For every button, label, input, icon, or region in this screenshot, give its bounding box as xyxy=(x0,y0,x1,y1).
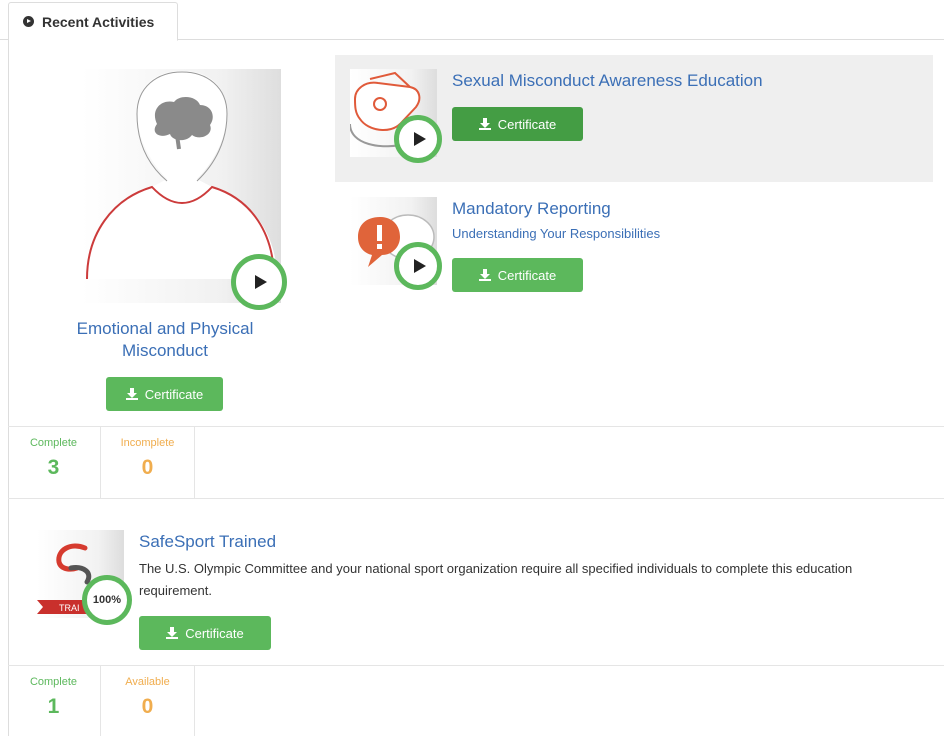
download-icon xyxy=(125,388,138,400)
stat-complete-value: 1 xyxy=(47,695,60,718)
course-title-mandatory-reporting[interactable]: Mandatory Reporting xyxy=(452,199,611,219)
certificate-button-emotional[interactable]: Certificate xyxy=(106,377,223,411)
play-icon xyxy=(414,132,426,146)
certificate-label: Certificate xyxy=(497,116,557,132)
stat-incomplete: Incomplete 0 xyxy=(101,427,194,480)
play-circle-icon xyxy=(23,16,34,27)
play-icon xyxy=(255,275,267,289)
stat-separator xyxy=(194,427,195,498)
safesport-description: The U.S. Olympic Committee and your nati… xyxy=(139,561,853,598)
stat-complete: Complete 3 xyxy=(7,427,100,480)
stat-complete-label: Complete xyxy=(29,676,78,688)
course-title-line1[interactable]: Emotional and Physical xyxy=(77,319,254,338)
certificate-button-mandatory-reporting[interactable]: Certificate xyxy=(452,258,583,292)
course-title-sexual-misconduct[interactable]: Sexual Misconduct Awareness Education xyxy=(452,71,763,91)
tab-label: Recent Activities xyxy=(42,13,155,30)
progress-badge: 100% xyxy=(82,575,132,625)
play-button-sexual-misconduct[interactable] xyxy=(394,115,442,163)
stat-separator xyxy=(194,666,195,736)
play-icon xyxy=(414,259,426,273)
play-button-mandatory-reporting[interactable] xyxy=(394,242,442,290)
download-icon xyxy=(478,118,491,130)
certificate-label: Certificate xyxy=(497,267,557,283)
certificate-label: Certificate xyxy=(144,386,204,402)
safesport-title[interactable]: SafeSport Trained xyxy=(139,532,276,552)
course-subtitle-mandatory-reporting: Understanding Your Responsibilities xyxy=(452,226,661,241)
stat-available-label: Available xyxy=(125,676,170,688)
badge-ribbon-text: TRAI xyxy=(59,603,80,613)
download-icon xyxy=(166,627,179,639)
stat-complete-value: 3 xyxy=(47,456,60,479)
progress-percent: 100% xyxy=(92,594,122,606)
tab-bar: Recent Activities xyxy=(0,0,944,41)
stat-complete-safesport: Complete 1 xyxy=(7,666,100,719)
stat-available: Available 0 xyxy=(101,666,194,719)
stat-incomplete-value: 0 xyxy=(141,456,154,479)
certificate-button-sexual-misconduct[interactable]: Certificate xyxy=(452,107,583,141)
stat-complete-label: Complete xyxy=(29,437,78,449)
course-title-line2[interactable]: Misconduct xyxy=(122,341,208,360)
stat-available-value: 0 xyxy=(141,695,154,718)
tab-recent-activities[interactable]: Recent Activities xyxy=(8,2,178,41)
certificate-label: Certificate xyxy=(185,625,244,641)
stat-incomplete-label: Incomplete xyxy=(120,437,175,449)
course-title-emotional[interactable]: Emotional and Physical Misconduct xyxy=(62,318,268,362)
certificate-button-safesport[interactable]: Certificate xyxy=(139,616,271,650)
play-button-emotional[interactable] xyxy=(231,254,287,310)
divider xyxy=(8,498,944,499)
download-icon xyxy=(478,269,491,281)
